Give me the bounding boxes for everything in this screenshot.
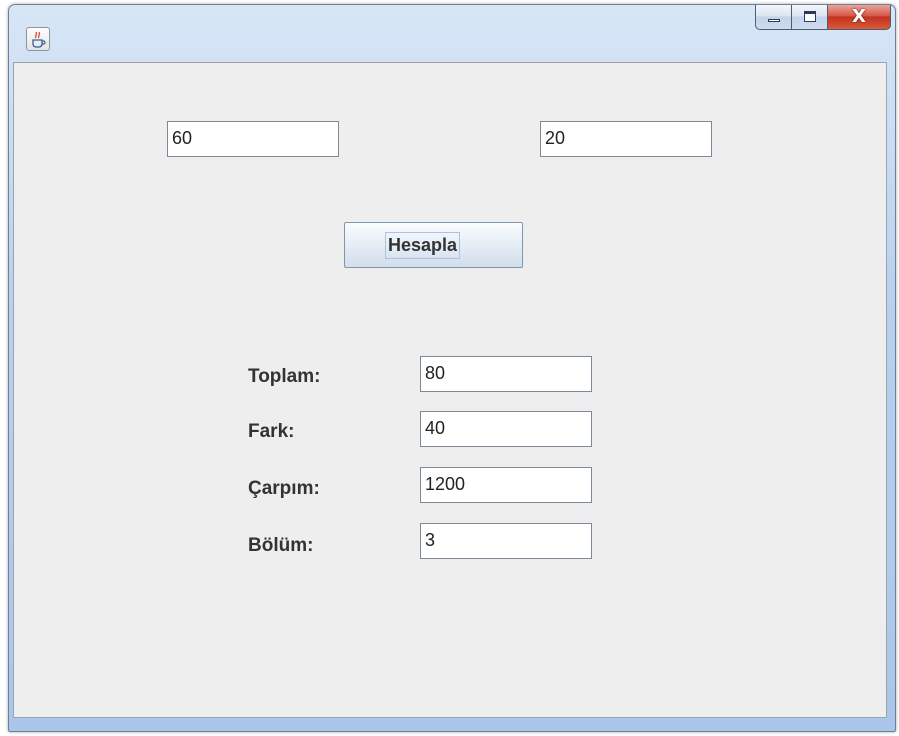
title-bar[interactable]: X <box>9 5 895 65</box>
close-icon: X <box>852 6 866 27</box>
quotient-field[interactable]: 3 <box>420 523 592 559</box>
sum-field[interactable]: 80 <box>420 356 592 392</box>
java-coffee-icon[interactable] <box>26 27 50 51</box>
caption-buttons: X <box>755 5 891 33</box>
maximize-button[interactable] <box>791 5 827 30</box>
calculate-button[interactable]: Hesapla <box>344 222 523 268</box>
minimize-icon <box>768 19 780 22</box>
maximize-icon <box>804 11 816 22</box>
second-number-input[interactable]: 20 <box>540 121 712 157</box>
product-label: Çarpım: <box>248 478 320 499</box>
first-number-input[interactable]: 60 <box>167 121 339 157</box>
close-button[interactable]: X <box>827 5 891 30</box>
minimize-button[interactable] <box>755 5 791 30</box>
quotient-label: Bölüm: <box>248 535 314 556</box>
sum-label: Toplam: <box>248 366 321 387</box>
product-field[interactable]: 1200 <box>420 467 592 503</box>
difference-field[interactable]: 40 <box>420 411 592 447</box>
calculate-button-label: Hesapla <box>385 232 461 259</box>
difference-label: Fark: <box>248 421 295 442</box>
